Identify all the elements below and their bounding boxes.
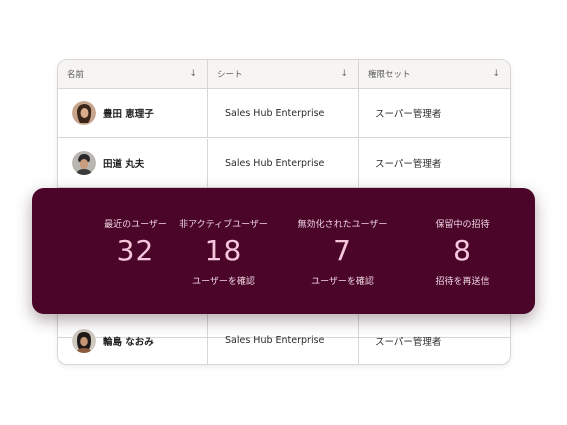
column-header-seat[interactable]: シート ↓: [208, 60, 359, 88]
table-row[interactable]: 輪島 なおみ Sales Hub Enterprise スーパー管理者: [58, 316, 510, 364]
review-users-link[interactable]: ユーザーを確認: [161, 274, 286, 287]
seat-cell: Sales Hub Enterprise: [208, 89, 359, 137]
column-header-name[interactable]: 名前 ↓: [58, 60, 208, 88]
table-row[interactable]: 田道 丸夫 Sales Hub Enterprise スーパー管理者: [58, 139, 510, 188]
user-name-cell: 田道 丸夫: [58, 139, 208, 187]
seat-value: Sales Hub Enterprise: [225, 335, 325, 346]
arrow-down-icon[interactable]: ↓: [189, 69, 197, 79]
seat-cell: Sales Hub Enterprise: [208, 316, 359, 364]
column-header-label: 名前: [67, 70, 85, 80]
stat-label: 無効化されたユーザー: [297, 220, 388, 230]
table-header: 名前 ↓ シート ↓ 権限セット ↓: [58, 60, 510, 89]
table-row[interactable]: 豊田 恵理子 Sales Hub Enterprise スーパー管理者: [58, 89, 510, 138]
permission-cell: スーパー管理者: [359, 139, 510, 187]
permission-cell: スーパー管理者: [359, 89, 510, 137]
user-name-cell: 豊田 恵理子: [58, 89, 208, 137]
column-header-label: シート: [217, 70, 243, 80]
permission-value: スーパー管理者: [375, 159, 442, 170]
stat-value: 18: [204, 234, 243, 267]
user-avatar: [72, 151, 96, 175]
seat-cell: Sales Hub Enterprise: [208, 139, 359, 187]
arrow-down-icon[interactable]: ↓: [340, 69, 348, 79]
stat-label: 非アクティブユーザー: [179, 220, 268, 230]
stat-label: 保留中の招待: [435, 220, 490, 230]
user-avatar: [72, 101, 96, 125]
user-name: 豊田 恵理子: [103, 109, 154, 120]
column-header-permission-set[interactable]: 権限セット ↓: [359, 60, 510, 88]
seat-value: Sales Hub Enterprise: [225, 107, 325, 119]
stat-value: 7: [333, 234, 352, 267]
user-name-cell: 輪島 なおみ: [58, 316, 208, 364]
permission-cell: スーパー管理者: [359, 316, 510, 364]
resend-invites-link[interactable]: 招待を再送信: [400, 274, 525, 287]
user-name: 田道 丸夫: [103, 159, 145, 170]
review-users-link[interactable]: ユーザーを確認: [280, 274, 405, 287]
user-name: 輪島 なおみ: [103, 336, 154, 348]
user-stats-panel: 最近のユーザー 32 非アクティブユーザー 18 ユーザーを確認 無効化されたユ…: [32, 188, 535, 314]
arrow-down-icon[interactable]: ↓: [492, 69, 500, 79]
permission-value: スーパー管理者: [375, 109, 442, 120]
permission-value: スーパー管理者: [375, 336, 442, 348]
stat-value: 8: [453, 234, 472, 267]
column-header-label: 権限セット: [368, 70, 411, 80]
user-avatar: [72, 328, 96, 353]
seat-value: Sales Hub Enterprise: [225, 157, 325, 169]
